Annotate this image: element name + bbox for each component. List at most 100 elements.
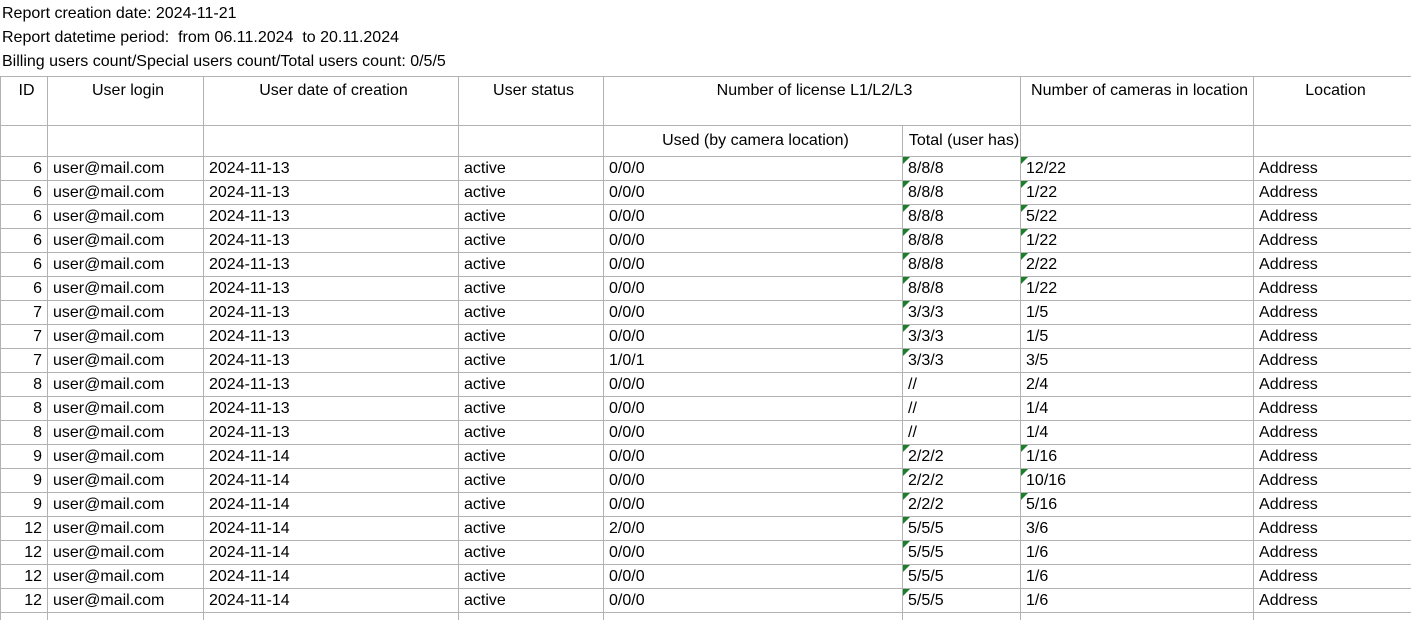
cell-license-used[interactable]: 0/0/0 <box>604 157 903 181</box>
cell-location[interactable]: Address <box>1254 589 1411 613</box>
cell-license-used[interactable]: 0/0/0 <box>604 253 903 277</box>
cell-user-status[interactable]: active <box>459 157 604 181</box>
cell-user-login[interactable]: user@mail.com <box>48 301 204 325</box>
cell-license-total[interactable]: 5/5/5 <box>903 541 1021 565</box>
cell-cameras-count[interactable]: 5/16 <box>1021 493 1254 517</box>
cell-location[interactable]: Address <box>1254 493 1411 517</box>
cell-date-of-creation[interactable]: 2024-11-13 <box>204 397 459 421</box>
cell-location[interactable]: Address <box>1254 157 1411 181</box>
cell-cameras-count[interactable]: 12/22 <box>1021 157 1254 181</box>
cell-user-login[interactable]: user@mail.com <box>48 181 204 205</box>
cell-license-total[interactable]: 5/5/5 <box>903 517 1021 541</box>
cell-license-used[interactable]: 0/0/0 <box>604 373 903 397</box>
cell-user-login[interactable]: user@mail.com <box>48 445 204 469</box>
empty-subheader-cell[interactable] <box>1021 126 1254 157</box>
cell-license-used[interactable]: 0/0/0 <box>604 205 903 229</box>
col-header-license-group[interactable]: Number of license L1/L2/L3 <box>604 77 1021 126</box>
cell-cameras-count[interactable]: 1/22 <box>1021 229 1254 253</box>
cell-location[interactable]: Address <box>1254 445 1411 469</box>
cell-id[interactable]: 9 <box>1 445 48 469</box>
cell-user-login[interactable]: user@mail.com <box>48 205 204 229</box>
cell-license-used[interactable]: 1/0/1 <box>604 349 903 373</box>
col-header-user-login[interactable]: User login <box>48 77 204 126</box>
cell-cameras-count[interactable]: 1/5 <box>1021 325 1254 349</box>
cell-license-used[interactable]: 0/0/0 <box>604 277 903 301</box>
cell-date-of-creation[interactable]: 2024-11-13 <box>204 349 459 373</box>
cell-location[interactable]: Address <box>1254 325 1411 349</box>
col-header-cameras-in-location[interactable]: Number of cameras in location <box>1021 77 1254 126</box>
cell-id[interactable]: 7 <box>1 301 48 325</box>
cell-license-used[interactable]: 0/0/0 <box>604 325 903 349</box>
cell-cameras-count[interactable]: 1/16 <box>1021 445 1254 469</box>
cell-date-of-creation[interactable]: 2024-11-14 <box>204 445 459 469</box>
cell-location[interactable]: Address <box>1254 181 1411 205</box>
cell-location[interactable]: Address <box>1254 541 1411 565</box>
cell-user-status[interactable]: active <box>459 253 604 277</box>
cell-user-login[interactable]: user@mail.com <box>48 229 204 253</box>
cell-date-of-creation[interactable]: 2024-11-13 <box>204 253 459 277</box>
cell-date-of-creation[interactable]: 2024-11-13 <box>204 157 459 181</box>
cell-date-of-creation[interactable]: 2024-11-13 <box>204 229 459 253</box>
cell-user-status[interactable]: active <box>459 205 604 229</box>
cell-user-status[interactable]: active <box>459 229 604 253</box>
cell-user-status[interactable]: active <box>459 445 604 469</box>
cell-location[interactable]: Address <box>1254 229 1411 253</box>
cell-date-of-creation[interactable]: 2024-11-14 <box>204 589 459 613</box>
cell-license-total[interactable]: 8/8/8 <box>903 253 1021 277</box>
cell-cameras-count[interactable]: 3/5 <box>1021 349 1254 373</box>
cell-cameras-count[interactable]: 2/4 <box>1021 373 1254 397</box>
cell-location[interactable]: Address <box>1254 277 1411 301</box>
cell-user-login[interactable]: user@mail.com <box>48 541 204 565</box>
cell-date-of-creation[interactable]: 2024-11-13 <box>204 325 459 349</box>
col-header-user-status[interactable]: User status <box>459 77 604 126</box>
cell-location[interactable]: Address <box>1254 469 1411 493</box>
cell-user-login[interactable]: user@mail.com <box>48 421 204 445</box>
cell-id[interactable]: 7 <box>1 349 48 373</box>
cell-license-used[interactable]: 0/0/0 <box>604 301 903 325</box>
cell-location[interactable]: Address <box>1254 565 1411 589</box>
cell-user-login[interactable]: user@mail.com <box>48 565 204 589</box>
cell-license-total[interactable]: 3/3/3 <box>903 349 1021 373</box>
cell-license-used[interactable]: 0/0/0 <box>604 469 903 493</box>
cell-cameras-count[interactable]: 10/16 <box>1021 469 1254 493</box>
cell-date-of-creation[interactable]: 2024-11-14 <box>204 565 459 589</box>
cell-id[interactable]: 6 <box>1 253 48 277</box>
cell-user-status[interactable]: active <box>459 421 604 445</box>
cell-user-login[interactable]: user@mail.com <box>48 253 204 277</box>
cell-user-status[interactable]: active <box>459 493 604 517</box>
cell-user-status[interactable]: active <box>459 349 604 373</box>
cell-license-total[interactable]: 2/2/2 <box>903 445 1021 469</box>
cell-license-total[interactable]: 8/8/8 <box>903 181 1021 205</box>
cell-location[interactable]: Address <box>1254 421 1411 445</box>
empty-subheader-cell[interactable] <box>48 126 204 157</box>
cell-user-status[interactable]: active <box>459 589 604 613</box>
cell-license-total[interactable]: 8/8/8 <box>903 205 1021 229</box>
cell-cameras-count[interactable]: 1/4 <box>1021 397 1254 421</box>
cell-date-of-creation[interactable]: 2024-11-13 <box>204 205 459 229</box>
cell-id[interactable]: 6 <box>1 229 48 253</box>
cell-cameras-count[interactable]: 1/6 <box>1021 541 1254 565</box>
cell-id[interactable]: 9 <box>1 493 48 517</box>
cell-user-login[interactable]: user@mail.com <box>48 469 204 493</box>
cell-cameras-count[interactable]: 3/6 <box>1021 517 1254 541</box>
cell-license-total[interactable]: 3/3/3 <box>903 301 1021 325</box>
col-header-id[interactable]: ID <box>1 77 48 126</box>
cell-id[interactable]: 12 <box>1 589 48 613</box>
cell-license-total[interactable]: // <box>903 373 1021 397</box>
cell-id[interactable]: 12 <box>1 565 48 589</box>
cell-id[interactable]: 7 <box>1 325 48 349</box>
cell-location[interactable]: Address <box>1254 373 1411 397</box>
cell-user-status[interactable]: active <box>459 325 604 349</box>
cell-license-used[interactable]: 0/0/0 <box>604 589 903 613</box>
cell-user-status[interactable]: active <box>459 517 604 541</box>
cell-location[interactable]: Address <box>1254 517 1411 541</box>
cell-user-status[interactable]: active <box>459 301 604 325</box>
cell-id[interactable]: 9 <box>1 469 48 493</box>
cell-id[interactable]: 6 <box>1 181 48 205</box>
cell-location[interactable]: Address <box>1254 253 1411 277</box>
cell-license-total[interactable]: // <box>903 421 1021 445</box>
cell-id[interactable]: 6 <box>1 277 48 301</box>
cell-license-total[interactable]: 8/8/8 <box>903 157 1021 181</box>
cell-date-of-creation[interactable]: 2024-11-14 <box>204 469 459 493</box>
cell-license-total[interactable]: 8/8/8 <box>903 277 1021 301</box>
